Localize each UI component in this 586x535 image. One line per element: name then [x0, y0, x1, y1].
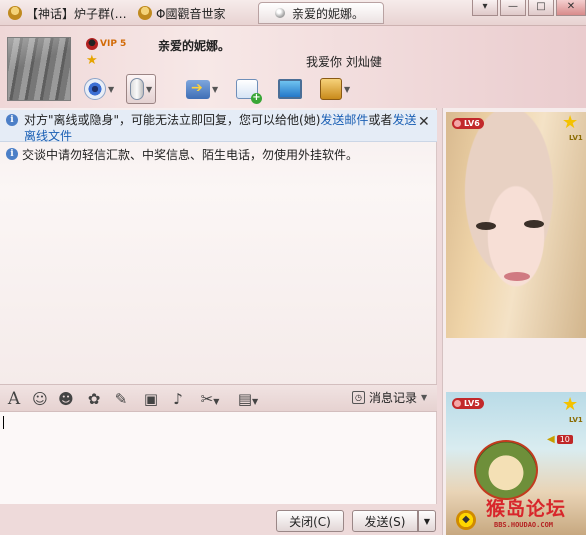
contact-name[interactable]: 亲爱的妮娜。 — [158, 37, 230, 54]
menu-icon: ▾ — [482, 1, 488, 12]
camera-icon — [84, 78, 106, 100]
offline-notice-text: 对方"离线或隐身"，可能无法立即回复，您可以给他(她)发送邮件或者发送离线文件 — [24, 112, 420, 144]
emoji-icon[interactable]: ☺ — [31, 390, 49, 408]
user-avatar-icon — [8, 6, 22, 20]
chat-add-icon — [236, 79, 262, 104]
minimize-icon: — — [508, 1, 518, 12]
contact-video-panel[interactable]: LV6 ★ LV1 — [446, 112, 586, 338]
app-box-icon — [320, 78, 342, 100]
level-star-icon: ★ — [562, 394, 579, 415]
photo-detail — [504, 272, 530, 281]
level-badge: LV5 — [452, 398, 484, 409]
speaker-volume[interactable]: ◀ 10 — [547, 434, 573, 445]
message-input[interactable] — [0, 412, 437, 504]
level-star-icon: ★ — [562, 112, 579, 133]
contact-avatar[interactable] — [7, 37, 71, 101]
close-window-button[interactable]: ✕ — [556, 0, 586, 16]
vip-badge[interactable]: VIP 5 — [86, 38, 126, 50]
tab-label: 亲爱的妮娜。 — [291, 6, 364, 21]
folder-arrow-icon — [186, 79, 210, 99]
menu-button[interactable]: ▾ — [472, 0, 498, 16]
text-cursor — [3, 416, 4, 429]
speaker-count: 10 — [556, 435, 573, 444]
chevron-down-icon: ▼ — [146, 84, 153, 94]
voice-call-button[interactable]: ▼ — [126, 74, 157, 104]
video-call-button[interactable]: ▼ — [84, 73, 114, 105]
history-label: 消息记录 — [369, 391, 418, 405]
tab-label: Φ國觀音世家 — [156, 6, 226, 21]
tab-active-chat[interactable]: 亲爱的妮娜。 — [258, 2, 384, 24]
nav-arrow-icon[interactable]: ◆ — [456, 510, 476, 530]
notice-text-part: 或者 — [368, 113, 393, 127]
doodle-icon[interactable]: ✎ — [112, 390, 130, 408]
security-warning: 交谈中请勿轻信汇款、中奖信息、陌生电话，勿使用外挂软件。 — [22, 148, 359, 162]
maximize-button[interactable]: □ — [528, 0, 554, 16]
tab-guanyin-family[interactable]: Φ國觀音世家 — [134, 2, 254, 24]
screen-icon — [278, 79, 302, 99]
apps-button[interactable]: ▼ — [320, 73, 350, 105]
microphone-icon — [130, 78, 144, 100]
vip-label: VIP 5 — [100, 39, 127, 49]
close-chat-button[interactable]: 关闭(C) — [276, 510, 344, 532]
remote-assist-button[interactable] — [278, 73, 302, 105]
maximize-icon: □ — [536, 1, 546, 12]
music-icon[interactable]: ♪ — [169, 390, 187, 408]
minimize-button[interactable]: — — [500, 0, 526, 16]
forum-url: BBS.HOUDAO.COM — [494, 521, 554, 529]
message-history-button[interactable]: ◷ 消息记录 ▼ — [352, 389, 427, 406]
photo-detail — [524, 220, 544, 228]
level-star-label: LV1 — [569, 416, 583, 424]
font-icon[interactable]: A — [5, 390, 23, 408]
image-icon[interactable]: ▣ — [142, 390, 160, 408]
user-avatar-icon — [138, 6, 152, 20]
speaker-icon: ◀ — [547, 434, 555, 445]
send-options-button[interactable]: ▼ — [418, 510, 436, 532]
chevron-down-icon: ▼ — [423, 516, 431, 526]
tab-shenhua-group[interactable]: 【神话】炉子群(… — [4, 2, 128, 24]
shake-icon[interactable]: ✿ — [85, 390, 103, 408]
send-button[interactable]: 发送(S) — [352, 510, 418, 532]
clock-icon: ◷ — [352, 391, 365, 404]
tab-label: 【神话】炉子群(… — [26, 6, 127, 21]
chevron-down-icon: ▼ — [212, 84, 219, 94]
send-email-link[interactable]: 发送邮件 — [320, 113, 368, 127]
screenshot-icon[interactable]: ✂▼ — [195, 390, 225, 408]
forum-logo: 猴岛论坛 — [486, 498, 567, 520]
send-file-button[interactable]: ▼ — [186, 73, 218, 105]
notice-text-part: 对方"离线或隐身"，可能无法立即回复，您可以给他(她) — [24, 113, 321, 127]
info-icon: i — [6, 148, 18, 160]
photo-detail — [476, 222, 496, 230]
chevron-down-icon: ▼ — [421, 393, 428, 402]
status-dot-icon — [275, 8, 285, 18]
chevron-down-icon: ▼ — [108, 84, 115, 94]
level-star-icon: ★ — [86, 53, 98, 68]
create-discussion-button[interactable] — [236, 73, 262, 105]
close-icon: ✕ — [566, 1, 576, 12]
briefcase-icon[interactable]: ▤▼ — [233, 390, 263, 408]
contact-signature: 我爱你 刘灿健 — [306, 55, 382, 69]
magic-face-icon[interactable]: ☻ — [57, 390, 75, 408]
forum-mascot-image — [474, 440, 538, 500]
close-notice-button[interactable]: ✕ — [418, 114, 430, 130]
info-icon: i — [6, 114, 18, 126]
vip-skull-icon — [86, 38, 98, 50]
level-badge: LV6 — [452, 118, 484, 129]
chevron-down-icon: ▼ — [344, 84, 351, 94]
level-star-label: LV1 — [569, 134, 583, 142]
